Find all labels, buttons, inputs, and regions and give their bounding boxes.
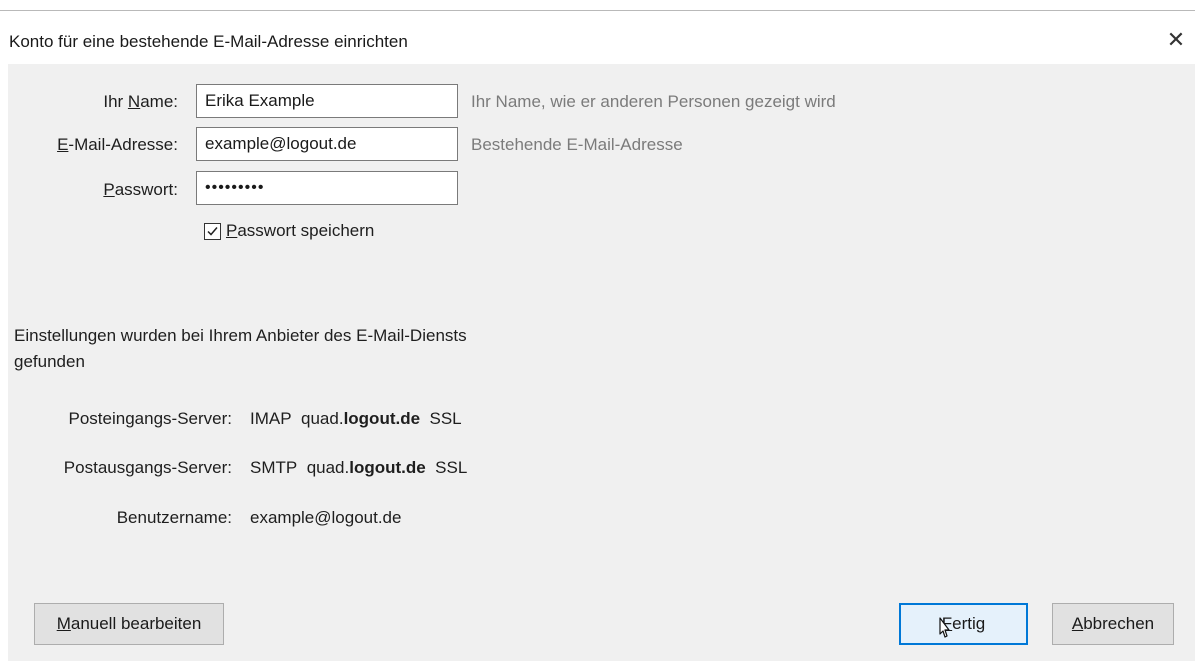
outgoing-server-value: SMTP quad.logout.de SSL (250, 458, 467, 478)
email-field[interactable]: example@logout.de (196, 127, 458, 161)
checkmark-icon (207, 227, 218, 236)
save-password-label[interactable]: Passwort speichern (226, 221, 374, 241)
done-button[interactable]: Fertig (899, 603, 1028, 645)
username-value: example@logout.de (250, 508, 402, 527)
dialog-titlebar: Konto für eine bestehende E-Mail-Adresse… (0, 10, 1195, 64)
close-icon[interactable]: ✕ (1164, 27, 1188, 53)
dialog-content: Ihr Name: Erika Example Ihr Name, wie er… (8, 64, 1195, 661)
dialog-title: Konto für eine bestehende E-Mail-Adresse… (9, 32, 408, 51)
name-label: Ihr Name: (103, 92, 178, 111)
cancel-button[interactable]: Abbrechen (1052, 603, 1174, 645)
save-password-checkbox[interactable] (204, 223, 221, 240)
outgoing-security: SSL (435, 458, 468, 477)
email-label: E-Mail-Adresse: (57, 135, 178, 154)
window-left-edge (0, 10, 8, 661)
outgoing-protocol: SMTP (250, 458, 298, 477)
password-field[interactable]: ••••••••• (196, 171, 458, 205)
manual-edit-button[interactable]: Manuell bearbeiten (34, 603, 224, 645)
name-hint: Ihr Name, wie er anderen Personen gezeig… (471, 92, 836, 111)
username-label: Benutzername: (116, 508, 232, 527)
outgoing-host: quad.logout.de (306, 458, 426, 477)
incoming-protocol: IMAP (250, 409, 292, 428)
incoming-server-value: IMAP quad.logout.de SSL (250, 409, 462, 429)
incoming-server-label: Posteingangs-Server: (68, 409, 232, 428)
incoming-host: quad.logout.de (301, 409, 421, 428)
name-field[interactable]: Erika Example (196, 84, 458, 118)
settings-found-line1: Einstellungen wurden bei Ihrem Anbieter … (14, 326, 467, 345)
email-hint: Bestehende E-Mail-Adresse (471, 135, 683, 154)
outgoing-server-label: Postausgangs-Server: (63, 458, 232, 477)
settings-found-line2: gefunden (14, 352, 85, 371)
incoming-security: SSL (429, 409, 462, 428)
password-label: Passwort: (103, 180, 178, 199)
window-top-edge (0, 0, 1195, 10)
